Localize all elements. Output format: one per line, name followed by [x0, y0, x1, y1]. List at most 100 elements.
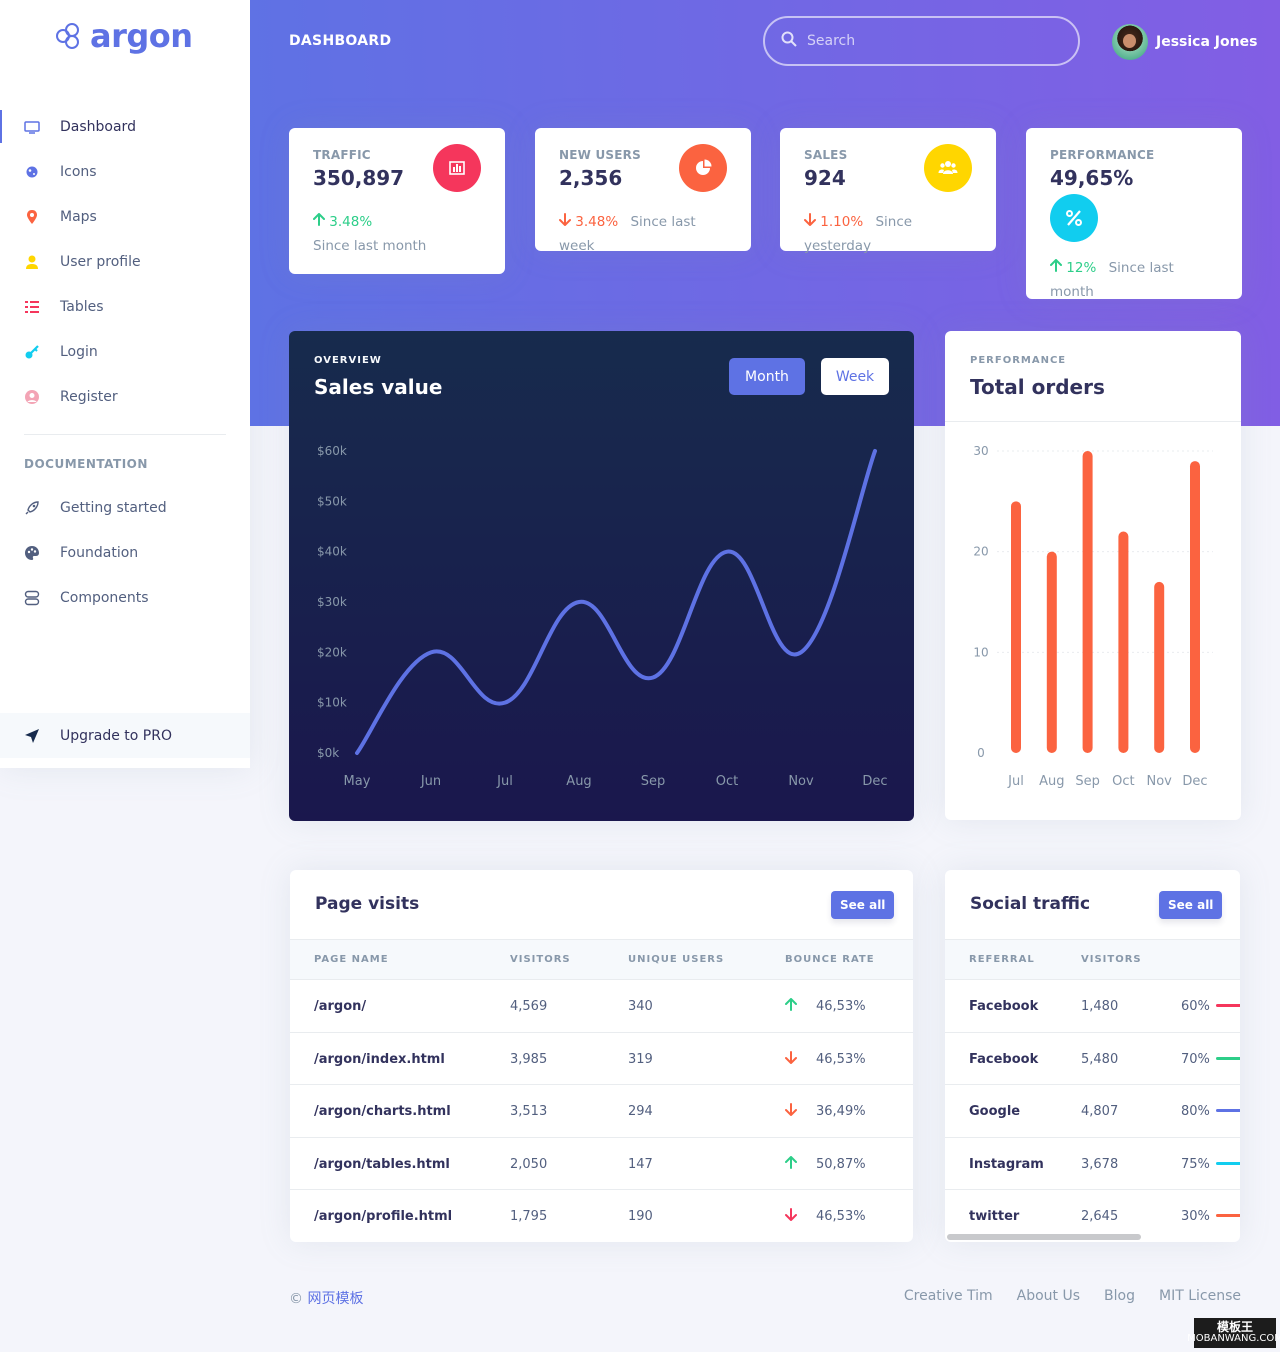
footer-link-creative-tim[interactable]: Creative Tim [904, 1288, 993, 1304]
x-tick-label: Jul [1007, 774, 1024, 789]
percent-cell: 75% [1181, 1156, 1210, 1172]
search-box[interactable] [763, 16, 1080, 66]
sidebar-item-tables[interactable]: Tables [0, 284, 250, 329]
stat-change: 3.48% [329, 214, 373, 230]
search-input[interactable] [807, 33, 1057, 49]
sidebar-item-label: Maps [60, 208, 97, 225]
page-name-cell[interactable]: /argon/profile.html [314, 1209, 452, 1224]
upgrade-to-pro-link[interactable]: Upgrade to PRO [0, 713, 250, 758]
x-tick-label: Jun [420, 774, 441, 789]
users-icon [924, 144, 972, 192]
page-name-cell[interactable]: /argon/ [314, 999, 366, 1014]
bounce-rate-cell: 46,53% [816, 1209, 866, 1224]
footer-link-blog[interactable]: Blog [1104, 1288, 1135, 1304]
tv-icon [24, 119, 40, 135]
y-tick-label: $50k [317, 494, 347, 508]
search-icon [781, 31, 797, 51]
page-visits-card: Page visits See all PAGE NAME VISITORS U… [290, 870, 913, 1242]
page-title[interactable]: DASHBOARD [289, 33, 391, 49]
orders-bar-chart: 0 10 20 30 Jul Aug Sep Oct Nov Dec [973, 444, 1213, 789]
y-tick-label: 0 [977, 746, 985, 760]
doc-item-components[interactable]: Components [0, 575, 250, 620]
orders-bar [1011, 501, 1021, 753]
user-icon [24, 254, 40, 270]
y-tick-label: $60k [317, 444, 347, 458]
referral-cell: Facebook [969, 999, 1039, 1014]
visitors-cell: 2,050 [510, 1156, 548, 1172]
referral-cell: Google [969, 1104, 1021, 1119]
visitors-cell: 2,645 [1081, 1209, 1119, 1224]
arrow-down-icon [559, 213, 571, 230]
sidebar-item-maps[interactable]: Maps [0, 194, 250, 239]
column-header: PAGE NAME [314, 954, 389, 965]
arrow-down-icon [785, 1050, 797, 1068]
social-traffic-header: REFERRAL VISITORS [945, 939, 1240, 980]
column-header: VISITORS [510, 954, 571, 965]
list-icon [24, 299, 40, 315]
page-name-cell[interactable]: /argon/tables.html [314, 1157, 450, 1172]
page-visits-see-all-button[interactable]: See all [831, 891, 895, 919]
sidebar-item-label: Login [60, 343, 98, 360]
unique-users-cell: 147 [628, 1156, 653, 1172]
table-row: /argon/profile.html 1,795 190 46,53% [290, 1190, 913, 1242]
referral-cell: Facebook [969, 1051, 1039, 1067]
rocket-icon [24, 500, 40, 516]
doc-item-getting-started[interactable]: Getting started [0, 485, 250, 530]
arrow-up-icon [785, 1155, 797, 1173]
sidebar-item-login[interactable]: Login [0, 329, 250, 374]
percent-cell: 70% [1181, 1051, 1210, 1067]
palette-icon [24, 545, 40, 561]
footer-link-license[interactable]: MIT License [1159, 1288, 1241, 1304]
y-tick-label: 30 [973, 444, 988, 458]
documentation-nav: Getting started Foundation Components [0, 485, 250, 620]
user-menu[interactable]: Jessica Jones [1112, 24, 1257, 60]
horizontal-scrollbar[interactable] [947, 1234, 1141, 1240]
doc-item-label: Getting started [60, 499, 167, 516]
arrow-up-icon [785, 998, 797, 1015]
sidebar-item-dashboard[interactable]: Dashboard [0, 104, 250, 149]
sidebar-item-label: Tables [60, 298, 104, 315]
percent-cell: 80% [1181, 1104, 1210, 1119]
footer-brand-link[interactable]: 网页模板 [307, 1291, 363, 1307]
page-name-cell[interactable]: /argon/index.html [314, 1052, 445, 1067]
footer-link-about-us[interactable]: About Us [1017, 1288, 1080, 1304]
social-traffic-title: Social traffic [970, 894, 1091, 914]
x-tick-label: Aug [566, 774, 591, 789]
brand-name: argon [90, 17, 193, 55]
sidebar-item-icons[interactable]: Icons [0, 149, 250, 194]
visitors-cell: 5,480 [1081, 1051, 1119, 1067]
y-tick-label: $20k [317, 645, 347, 659]
stat-card-sales: SALES 924 1.10% Since yesterday [780, 128, 996, 254]
sidebar-item-user-profile[interactable]: User profile [0, 239, 250, 284]
chart-bar-icon [433, 144, 481, 192]
arrow-down-icon [804, 213, 816, 230]
social-see-all-button[interactable]: See all [1159, 891, 1223, 919]
sidebar-item-register[interactable]: Register [0, 374, 250, 419]
doc-item-foundation[interactable]: Foundation [0, 530, 250, 575]
page-name-cell[interactable]: /argon/charts.html [314, 1104, 451, 1119]
x-tick-label: Nov [1147, 774, 1173, 789]
visitors-cell: 4,807 [1081, 1104, 1119, 1119]
x-tick-label: Sep [641, 774, 666, 789]
sidebar-item-label: Dashboard [60, 118, 136, 135]
stat-footer: 3.48% Since last week [559, 210, 727, 258]
x-tick-label: Dec [862, 774, 887, 789]
stat-footer: 3.48% Since last month [313, 210, 481, 258]
bounce-rate-cell: 46,53% [816, 999, 866, 1014]
column-header: UNIQUE USERS [628, 954, 725, 965]
percent-cell: 30% [1181, 1209, 1210, 1224]
x-tick-label: Oct [1112, 774, 1134, 789]
stat-value: 49,65% [1050, 166, 1134, 190]
avatar [1112, 24, 1148, 60]
orders-bar [1046, 551, 1057, 753]
components-icon [24, 590, 40, 606]
column-header: BOUNCE RATE [785, 954, 875, 965]
table-row: Instagram 3,678 75% [945, 1138, 1240, 1190]
planet-icon [24, 164, 40, 180]
bounce-rate-cell: 36,49% [816, 1104, 866, 1119]
stat-footer: 12% Since last month [1050, 256, 1218, 304]
sidebar-nav: Dashboard Icons Maps User profile Tables… [0, 104, 250, 419]
progress-bar [1216, 1161, 1240, 1165]
progress-bar [1216, 1056, 1240, 1060]
brand-logo[interactable]: argon [56, 18, 193, 54]
